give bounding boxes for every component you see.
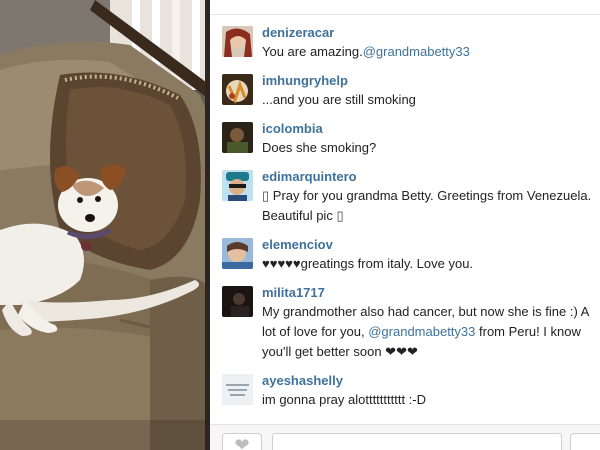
comment-item: icolombia Does she smoking? — [210, 116, 600, 164]
post-photo[interactable] — [0, 0, 210, 450]
comment-username[interactable]: elemenciov — [262, 236, 592, 254]
comment-item: edimarquintero ▯ Pray for you grandma Be… — [210, 164, 600, 232]
avatar[interactable] — [222, 122, 253, 153]
mention-link[interactable]: @grandmabetty33 — [363, 44, 470, 59]
comment-text: You are amazing.@grandmabetty33 — [262, 42, 592, 62]
comment-text: im gonna pray alottttttttttt :-D — [262, 392, 427, 407]
comment-item: elemenciov ♥♥♥♥♥greatings from italy. Lo… — [210, 232, 600, 280]
comment-input[interactable] — [272, 433, 562, 450]
comment-text: ▯ Pray for you grandma Betty. Greetings … — [262, 186, 592, 226]
avatar[interactable] — [222, 286, 253, 317]
comment-text-body: You are amazing. — [262, 44, 363, 59]
comment-item: imhungryhelp ...and you are still smokin… — [210, 68, 600, 116]
dog-on-couch-image — [0, 0, 210, 450]
comment-text: ...and you are still smoking — [262, 92, 416, 107]
comment-username[interactable]: ayeshashelly — [262, 372, 592, 390]
comment-username[interactable]: imhungryhelp — [262, 72, 592, 90]
comment-username[interactable]: edimarquintero — [262, 168, 592, 186]
comment-username[interactable]: milita1717 — [262, 284, 592, 302]
comment-text: ♥♥♥♥♥greatings from italy. Love you. — [262, 256, 474, 271]
heart-icon: ❤ — [234, 435, 250, 450]
avatar[interactable] — [222, 374, 253, 405]
avatar[interactable] — [222, 238, 253, 269]
comment-text: Does she smoking? — [262, 140, 377, 155]
comments-panel: denizeracar You are amazing.@grandmabett… — [210, 0, 600, 450]
comment-text-body: Pray for you grandma Betty. Greetings fr… — [262, 188, 592, 223]
comment-item: denizeracar You are amazing.@grandmabett… — [210, 20, 600, 68]
comment-list: denizeracar You are amazing.@grandmabett… — [210, 20, 600, 416]
avatar[interactable] — [222, 74, 253, 105]
comment-username[interactable]: icolombia — [262, 120, 592, 138]
more-options-button[interactable] — [570, 433, 600, 450]
avatar[interactable] — [222, 26, 253, 57]
mention-link[interactable]: @grandmabetty33 — [368, 324, 475, 339]
comment-text: My grandmother also had cancer, but now … — [262, 302, 592, 362]
comment-action-bar: ❤ — [210, 424, 600, 450]
panel-top-divider — [210, 0, 600, 15]
like-button[interactable]: ❤ — [222, 433, 262, 450]
unknown-glyph-icon: ▯ — [336, 208, 344, 223]
unknown-glyph-icon: ▯ — [262, 188, 270, 203]
comment-item: milita1717 My grandmother also had cance… — [210, 280, 600, 368]
avatar[interactable] — [222, 170, 253, 201]
comment-item: ayeshashelly im gonna pray alotttttttttt… — [210, 368, 600, 416]
comment-username[interactable]: denizeracar — [262, 24, 592, 42]
